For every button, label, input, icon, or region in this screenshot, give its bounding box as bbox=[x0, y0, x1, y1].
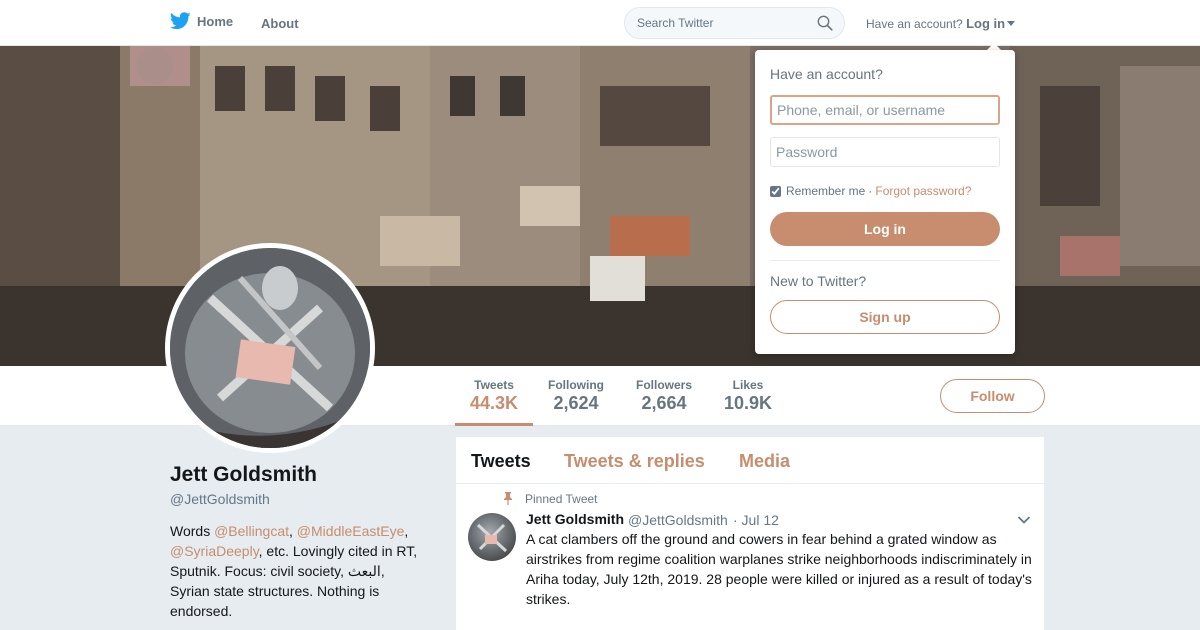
timeline-tabs: Tweets Tweets & replies Media bbox=[456, 437, 1044, 484]
active-stat-underline bbox=[455, 423, 533, 426]
top-navigation-bar: Home About Have an account? Log in bbox=[0, 0, 1200, 46]
pin-icon bbox=[504, 492, 512, 505]
profile-handle: @JettGoldsmith bbox=[170, 491, 270, 507]
bio-separator: , bbox=[404, 523, 409, 539]
tweet-text: A cat clambers off the ground and cowers… bbox=[526, 531, 1032, 607]
login-link-label: Log in bbox=[966, 16, 1006, 31]
profile-bio: Words @Bellingcat, @MiddleEastEye, @Syri… bbox=[170, 521, 426, 621]
username-input[interactable] bbox=[770, 95, 1000, 125]
tweet-timestamp[interactable]: · Jul 12 bbox=[733, 512, 779, 528]
login-dropdown-toggle[interactable]: Log in bbox=[966, 16, 1016, 31]
profile-avatar[interactable] bbox=[165, 243, 375, 453]
stat-value: 10.9K bbox=[724, 393, 773, 413]
caret-down-icon bbox=[1007, 21, 1016, 26]
stat-following[interactable]: Following 2,624 bbox=[548, 378, 604, 414]
remember-row: Remember me · Forgot password? bbox=[770, 184, 971, 198]
login-dropdown: Have an account? Remember me · Forgot pa… bbox=[755, 50, 1015, 354]
follow-button[interactable]: Follow bbox=[940, 379, 1045, 413]
stat-value: 2,624 bbox=[553, 393, 599, 413]
stat-tweets[interactable]: Tweets 44.3K bbox=[470, 378, 518, 414]
bio-separator: , bbox=[289, 523, 297, 539]
search-input[interactable] bbox=[637, 16, 807, 30]
stat-label: Following bbox=[548, 378, 604, 392]
tweet-author-name[interactable]: Jett Goldsmith bbox=[526, 511, 624, 527]
bio-mention-middleeasteye[interactable]: @MiddleEastEye bbox=[297, 523, 405, 539]
stat-likes[interactable]: Likes 10.9K bbox=[724, 378, 772, 414]
new-to-twitter-text: New to Twitter? bbox=[770, 273, 867, 289]
twitter-bird-icon bbox=[170, 12, 191, 30]
stat-label: Likes bbox=[732, 378, 764, 392]
tab-tweets[interactable]: Tweets bbox=[471, 451, 531, 472]
tab-tweets-replies[interactable]: Tweets & replies bbox=[564, 451, 705, 472]
dropdown-title: Have an account? bbox=[770, 66, 883, 82]
tab-media[interactable]: Media bbox=[739, 451, 790, 472]
have-account-text: Have an account? bbox=[866, 17, 963, 31]
password-input[interactable] bbox=[770, 137, 1000, 167]
stat-value: 2,664 bbox=[641, 393, 687, 413]
pinned-tweet-label: Pinned Tweet bbox=[525, 492, 598, 506]
bio-mention-syriadeeply[interactable]: @SyriaDeeply bbox=[170, 543, 259, 559]
timeline: Tweets Tweets & replies Media Pinned Twe… bbox=[456, 437, 1044, 630]
avatar-image bbox=[170, 248, 370, 448]
bio-mention-bellingcat[interactable]: @Bellingcat bbox=[214, 523, 289, 539]
tweet-avatar[interactable] bbox=[468, 513, 516, 561]
stat-followers[interactable]: Followers 2,664 bbox=[636, 378, 692, 414]
stat-value: 44.3K bbox=[470, 393, 519, 413]
login-button[interactable]: Log in bbox=[770, 212, 1000, 246]
bio-text: Words bbox=[170, 523, 215, 539]
account-prompt: Have an account? Log in bbox=[866, 16, 1016, 31]
tweet-author-handle[interactable]: @JettGoldsmith bbox=[628, 512, 728, 528]
tweet-avatar-photo bbox=[476, 523, 508, 553]
remember-me-label[interactable]: Remember me bbox=[786, 184, 865, 198]
dropdown-divider bbox=[770, 260, 1000, 261]
chevron-down-icon[interactable] bbox=[1017, 515, 1031, 525]
stat-label: Tweets bbox=[474, 378, 514, 392]
nav-home-label: Home bbox=[197, 13, 234, 29]
avatar-photo bbox=[170, 248, 370, 448]
stat-label: Followers bbox=[636, 378, 693, 392]
remember-separator: · bbox=[868, 184, 873, 198]
nav-about-link[interactable]: About bbox=[261, 16, 299, 31]
search-icon[interactable] bbox=[817, 15, 833, 31]
nav-home-link[interactable]: Home bbox=[170, 12, 233, 30]
forgot-password-link[interactable]: Forgot password? bbox=[875, 184, 971, 198]
search-box[interactable] bbox=[624, 7, 845, 39]
remember-me-checkbox[interactable] bbox=[770, 185, 781, 197]
signup-button[interactable]: Sign up bbox=[770, 300, 1000, 334]
profile-name: Jett Goldsmith bbox=[170, 463, 318, 486]
